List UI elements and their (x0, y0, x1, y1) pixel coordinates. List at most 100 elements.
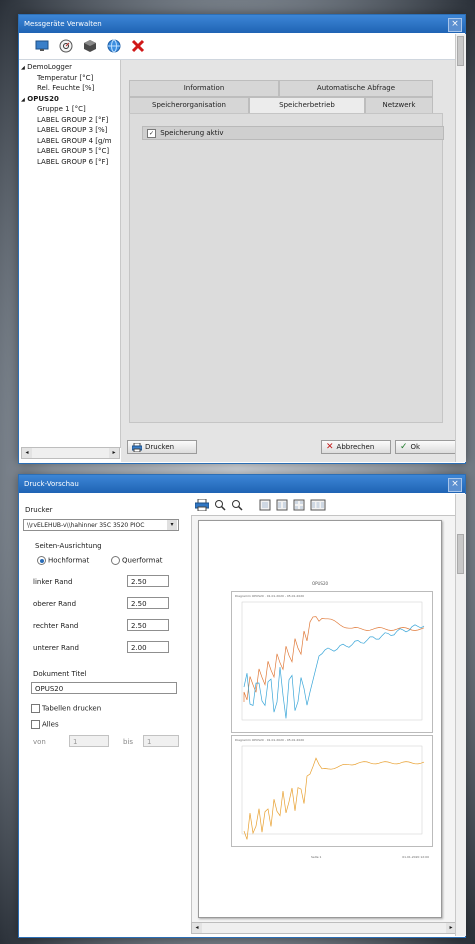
print-preview-titlebar[interactable]: Druck-Vorschau × (19, 475, 465, 493)
page-heading: OPUS20 (311, 581, 329, 586)
printer-select[interactable]: \\rvELEHUB-v\\hahinner 35C 3520 PIOC ▾ (23, 519, 179, 531)
expand-arrow-icon[interactable]: ◢ (21, 97, 25, 103)
margin-right-input[interactable]: 2.50 (127, 619, 169, 631)
preview-area[interactable]: OPUS20 Diagramm OPUS20 · 01.01.2020 - 05… (191, 515, 457, 923)
print-table-option[interactable]: Tabellen drucken (31, 704, 101, 713)
scroll-left-icon[interactable]: ◂ (192, 923, 202, 933)
printer-icon[interactable] (195, 499, 209, 511)
four-page-icon[interactable] (293, 499, 305, 511)
tree-node-group-3[interactable]: LABEL GROUP 3 [%] (19, 125, 120, 136)
tree-node-temperature[interactable]: Temperatur [°C] (19, 73, 120, 84)
margin-left-input[interactable]: 2.50 (127, 575, 169, 587)
tree-horizontal-scrollbar[interactable]: ◂ ▸ (21, 447, 120, 459)
print-button[interactable]: Drucken (127, 440, 197, 454)
tab-automatic-query[interactable]: Automatische Abfrage (279, 80, 433, 97)
tree-node-group-5[interactable]: LABEL GROUP 5 [°C] (19, 146, 120, 157)
multi-page-icon[interactable] (310, 499, 326, 511)
preview-toolbar (195, 497, 365, 513)
temperature-series (243, 616, 425, 702)
portrait-option[interactable]: Hochformat (37, 556, 89, 565)
zoom-out-icon[interactable] (231, 499, 243, 511)
close-icon[interactable]: × (448, 18, 462, 32)
cube-icon[interactable] (81, 37, 99, 55)
device-manager-titlebar[interactable]: Messgeräte Verwalten × (19, 15, 465, 33)
orientation-label: Seiten-Ausrichtung (35, 542, 102, 550)
storage-active-checkbox[interactable]: ✓ (147, 128, 156, 138)
device-manager-title: Messgeräte Verwalten (24, 20, 102, 28)
device-manager-window: Messgeräte Verwalten × ◢ DemoLogger Temp… (18, 14, 466, 464)
tab-content-area: ✓ Speicherung aktiv (129, 113, 444, 423)
page-footer-left: Seite 1 (311, 855, 322, 859)
zoom-in-icon[interactable] (214, 499, 226, 511)
checkmark-icon: ✓ (400, 442, 408, 452)
from-input[interactable]: 1 (69, 735, 109, 747)
storage-active-label: Speicherung aktiv (160, 129, 224, 137)
scroll-thumb[interactable] (457, 36, 464, 66)
window1-vertical-scrollbar[interactable] (455, 34, 466, 462)
print-settings-column: Drucker \\rvELEHUB-v\\hahinner 35C 3520 … (19, 494, 189, 936)
globe-icon[interactable] (105, 37, 123, 55)
margin-bottom-input[interactable]: 2.00 (127, 641, 169, 653)
print-table-checkbox[interactable] (31, 704, 40, 713)
expand-arrow-icon[interactable]: ◢ (21, 65, 25, 71)
cancel-button[interactable]: ✕ Abbrechen (321, 440, 391, 454)
tree-node-group-1[interactable]: Gruppe 1 [°C] (19, 104, 120, 115)
printer-label: Drucker (25, 506, 53, 514)
print-preview-title: Druck-Vorschau (24, 480, 79, 488)
scroll-thumb[interactable] (457, 534, 464, 574)
tree-node-humidity[interactable]: Rel. Feuchte [%] (19, 83, 120, 94)
chevron-down-icon[interactable]: ▾ (167, 520, 177, 530)
tree-node-demologger[interactable]: ◢ DemoLogger (19, 62, 120, 73)
all-option[interactable]: Alles (31, 720, 59, 729)
settings-dial-icon[interactable] (57, 37, 75, 55)
chart-1: Diagramm OPUS20 · 01.01.2020 - 05.01.202… (231, 591, 433, 733)
print-preview-window: Druck-Vorschau × Drucker \\rvELEHUB-v\\h… (18, 474, 466, 938)
tab-information[interactable]: Information (129, 80, 279, 97)
tree-node-group-2[interactable]: LABEL GROUP 2 [°F] (19, 115, 120, 126)
preview-vertical-scrollbar[interactable] (455, 494, 466, 936)
humidity-series (243, 624, 425, 719)
chart-1-plot (241, 601, 425, 721)
storage-active-row[interactable]: ✓ Speicherung aktiv (142, 126, 444, 140)
tab-network[interactable]: Netzwerk (365, 97, 433, 114)
landscape-option[interactable]: Querformat (111, 556, 163, 565)
device-tree[interactable]: ◢ DemoLogger Temperatur [°C] Rel. Feucht… (19, 60, 121, 448)
margin-bottom-label: unterer Rand (33, 644, 79, 652)
two-page-icon[interactable] (276, 499, 288, 511)
landscape-radio[interactable] (111, 556, 120, 565)
document-title-input[interactable]: OPUS20 (31, 682, 177, 694)
all-checkbox[interactable] (31, 720, 40, 729)
to-input[interactable]: 1 (143, 735, 179, 747)
from-label: von (33, 738, 46, 746)
tab-memory-operation[interactable]: Speicherbetrieb (249, 97, 365, 114)
margin-right-label: rechter Rand (33, 622, 79, 630)
settings-panel: Information Automatische Abfrage Speiche… (121, 60, 465, 462)
tree-node-group-6[interactable]: LABEL GROUP 6 [°F] (19, 157, 120, 168)
tree-node-opus20[interactable]: ◢ OPUS20 (19, 94, 120, 105)
cancel-x-icon: ✕ (326, 442, 334, 452)
group-series (243, 757, 425, 840)
to-label: bis (123, 738, 134, 746)
plot-frame (241, 745, 423, 835)
page-footer-right: 01.01.2020 12:00 (402, 855, 429, 859)
monitor-icon[interactable] (33, 37, 51, 55)
chart-2: Diagramm OPUS20 · 01.01.2020 - 05.01.202… (231, 735, 433, 847)
tab-memory-organization[interactable]: Speicherorganisation (129, 97, 249, 114)
margin-top-label: oberer Rand (33, 600, 77, 608)
close-icon[interactable]: × (448, 478, 462, 492)
scroll-right-icon[interactable]: ▸ (109, 448, 119, 458)
margin-top-input[interactable]: 2.50 (127, 597, 169, 609)
one-page-icon[interactable] (259, 499, 271, 511)
document-title-label: Dokument Titel (33, 670, 87, 678)
preview-page: OPUS20 Diagramm OPUS20 · 01.01.2020 - 05… (198, 520, 442, 918)
preview-horizontal-scrollbar[interactable]: ◂ ▸ (191, 922, 457, 934)
margin-left-label: linker Rand (33, 578, 73, 586)
ok-button[interactable]: ✓ Ok (395, 440, 457, 454)
scroll-left-icon[interactable]: ◂ (22, 448, 32, 458)
tree-node-group-4[interactable]: LABEL GROUP 4 [g/m (19, 136, 120, 147)
printer-icon (132, 442, 142, 452)
device-manager-toolbar (19, 33, 465, 60)
chart-2-plot (241, 745, 425, 840)
delete-x-icon[interactable] (129, 37, 147, 55)
portrait-radio[interactable] (37, 556, 46, 565)
